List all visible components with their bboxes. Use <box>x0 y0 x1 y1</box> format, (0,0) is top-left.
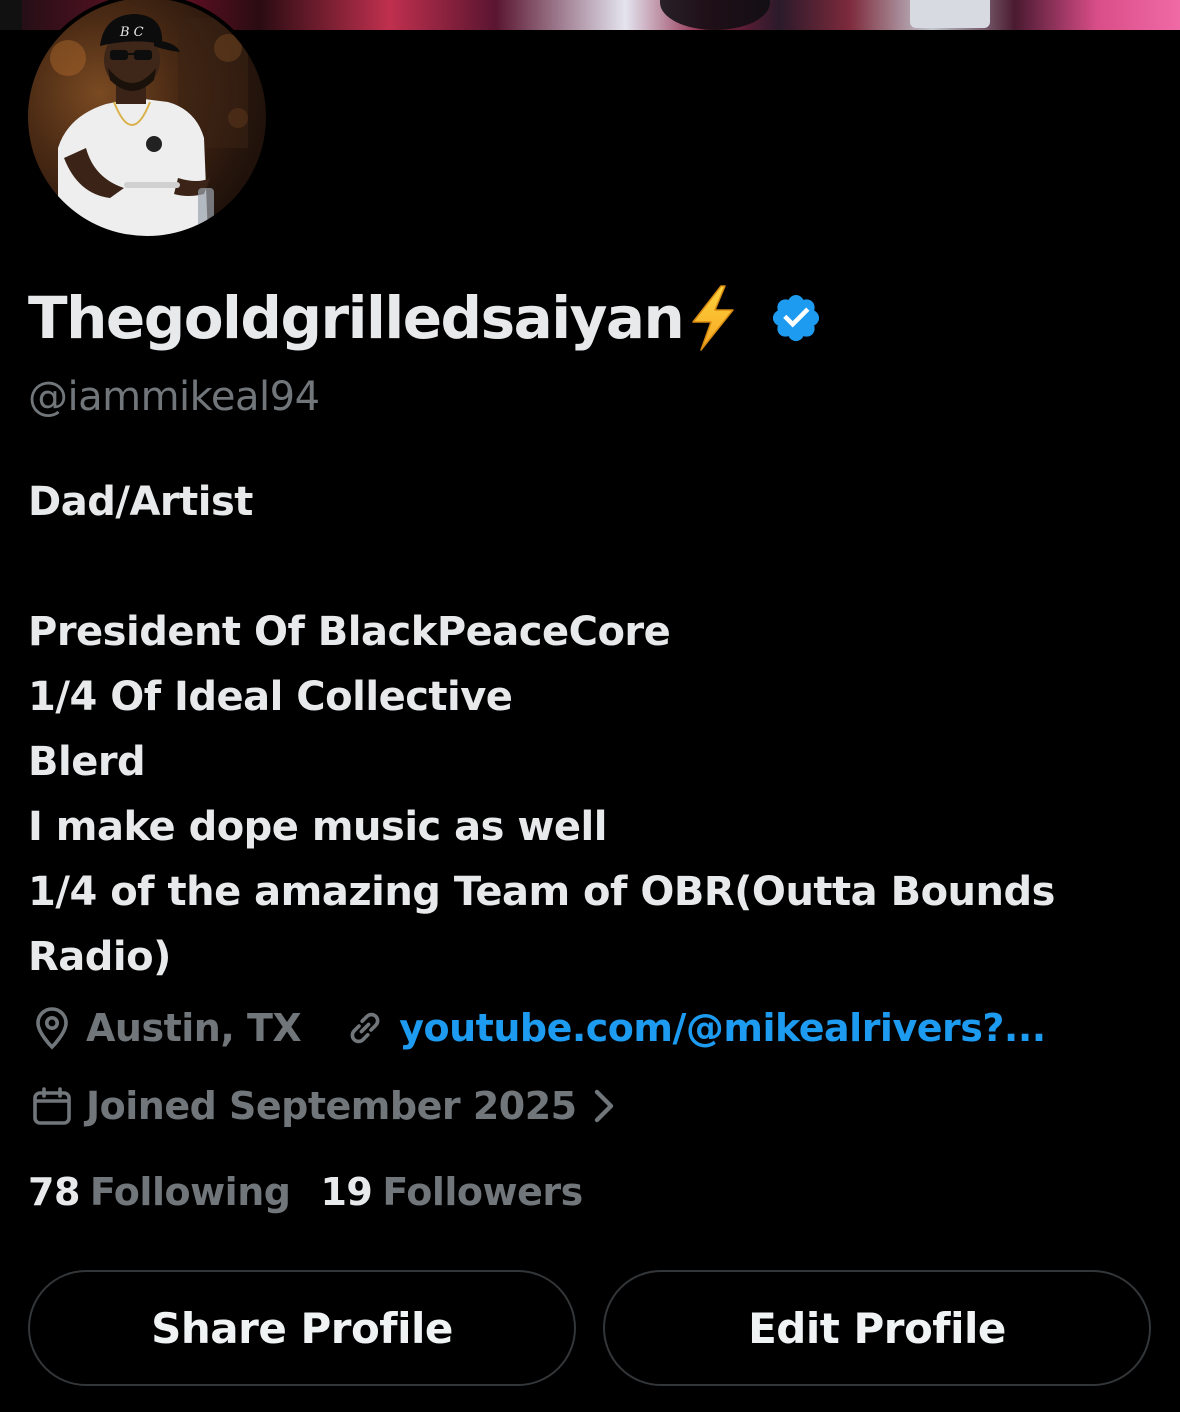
profile-website-link[interactable]: youtube.com/@mikealrivers?... <box>341 1004 1046 1052</box>
chevron-right-icon <box>591 1086 619 1126</box>
high-voltage-icon <box>685 282 741 354</box>
avatar-photo: B C <box>28 0 266 236</box>
followers-stat[interactable]: 19 Followers <box>320 1170 583 1214</box>
banner-detail <box>660 0 770 30</box>
share-profile-button[interactable]: Share Profile <box>28 1270 576 1386</box>
website-link-text[interactable]: youtube.com/@mikealrivers?... <box>399 1006 1046 1050</box>
bio-line: 1/4 of the amazing Team of OBR(Outta Bou… <box>28 869 1055 915</box>
bio-line: Blerd <box>28 739 146 785</box>
profile-handle: @iammikeal94 <box>28 374 320 420</box>
following-count: 78 <box>28 1170 80 1214</box>
followers-count: 19 <box>320 1170 373 1214</box>
avatar-hat-text: B C <box>119 25 144 40</box>
bio-line: President Of BlackPeaceCore <box>28 609 671 655</box>
location: Austin, TX <box>28 1004 302 1052</box>
link-icon <box>341 1004 389 1052</box>
verified-badge-icon[interactable] <box>769 291 823 345</box>
bio-line: Radio) <box>28 934 171 980</box>
location-text: Austin, TX <box>86 1006 302 1050</box>
following-label: Following <box>89 1170 291 1214</box>
followers-label: Followers <box>382 1170 583 1214</box>
banner-detail <box>0 0 22 30</box>
avatar-illustration: B C <box>50 14 248 236</box>
profile-meta-row: Austin, TX youtube.com/@mikealrivers?... <box>28 1004 1046 1052</box>
calendar-icon <box>28 1082 76 1130</box>
edit-profile-button[interactable]: Edit Profile <box>603 1270 1151 1386</box>
avatar[interactable]: B C <box>24 0 270 240</box>
joined-date-text: Joined September 2025 <box>86 1084 577 1128</box>
display-name: Thegoldgrilledsaiyan <box>28 282 823 354</box>
profile-bio: Dad/Artist President Of BlackPeaceCore 1… <box>28 470 1148 990</box>
bio-blank-line <box>28 535 1148 600</box>
bio-line: Dad/Artist <box>28 479 253 525</box>
joined-date-row[interactable]: Joined September 2025 <box>28 1082 619 1130</box>
banner-detail <box>910 0 990 28</box>
display-name-text: Thegoldgrilledsaiyan <box>28 284 685 352</box>
follow-stats: 78 Following 19 Followers <box>28 1170 583 1214</box>
bio-line: 1/4 Of Ideal Collective <box>28 674 513 720</box>
location-pin-icon <box>28 1004 76 1052</box>
following-stat[interactable]: 78 Following <box>28 1170 291 1214</box>
bio-line: I make dope music as well <box>28 804 607 850</box>
